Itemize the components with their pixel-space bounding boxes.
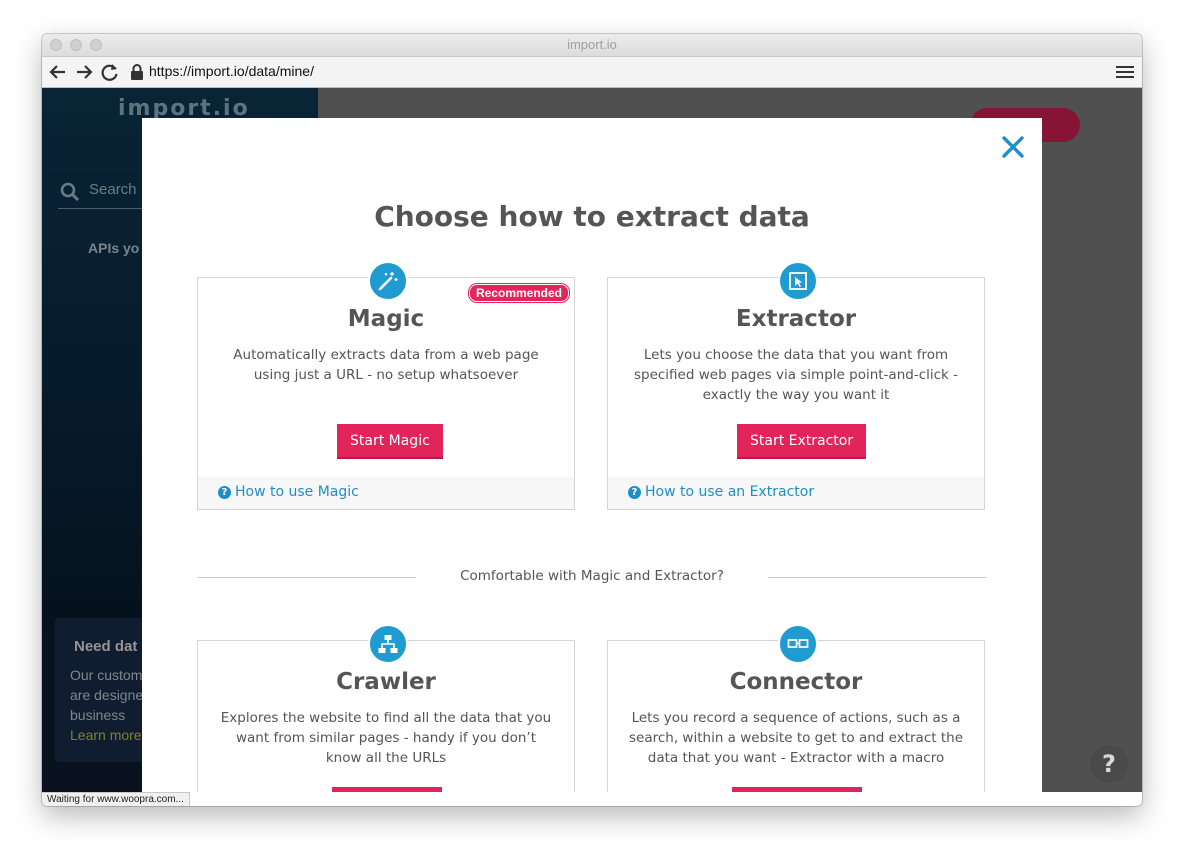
browser-toolbar: https://import.io/data/mine/ xyxy=(42,57,1142,88)
window-title: import.io xyxy=(567,37,617,52)
start-extractor-button[interactable]: Start Extractor xyxy=(737,424,867,459)
start-crawler-button[interactable] xyxy=(332,787,442,792)
link-chain-icon xyxy=(778,624,818,664)
connector-title: Connector xyxy=(729,669,863,695)
magic-card: Recommended Magic Automatically extracts… xyxy=(197,261,575,510)
lock-icon xyxy=(131,64,143,80)
question-icon: ? xyxy=(628,486,641,499)
sitemap-icon xyxy=(368,624,408,664)
extractor-description: Lets you choose the data that you want f… xyxy=(633,347,959,403)
start-connector-button[interactable] xyxy=(732,787,862,792)
menu-button[interactable] xyxy=(1114,61,1136,83)
extractor-help-link[interactable]: ? How to use an Extractor xyxy=(628,484,814,500)
crawler-card: Crawler Explores the website to find all… xyxy=(197,624,575,792)
magic-help-footer: ? How to use Magic xyxy=(198,477,574,509)
question-icon: ? xyxy=(218,486,231,499)
page-viewport: import.io Search APIs yo Need dat Our cu… xyxy=(42,88,1142,792)
magic-wand-icon xyxy=(368,261,408,301)
magic-help-link[interactable]: ? How to use Magic xyxy=(218,484,359,500)
advanced-divider-label: Comfortable with Magic and Extractor? xyxy=(460,568,724,584)
status-bar: Waiting for www.woopra.com... xyxy=(42,792,190,806)
connector-card: Connector Lets you record a sequence of … xyxy=(607,624,985,792)
extractor-card: Extractor Lets you choose the data that … xyxy=(607,261,985,510)
crawler-title: Crawler xyxy=(336,669,436,695)
extractor-help-text: How to use an Extractor xyxy=(645,484,815,500)
back-button[interactable] xyxy=(47,61,69,83)
magic-title: Magic xyxy=(347,306,425,332)
pointer-select-icon xyxy=(778,261,818,301)
extractor-title: Extractor xyxy=(735,306,857,332)
help-chat-button[interactable]: ? xyxy=(1090,745,1128,783)
address-bar[interactable]: https://import.io/data/mine/ xyxy=(149,63,314,79)
magic-description: Automatically extracts data from a web p… xyxy=(233,347,539,383)
recommended-badge: Recommended xyxy=(468,284,569,302)
back-arrow-icon xyxy=(49,65,65,79)
reload-button[interactable] xyxy=(99,61,121,83)
choose-extraction-dialog: Choose how to extract data Recommended M… xyxy=(142,118,1042,792)
title-bar: import.io xyxy=(42,34,1142,57)
extractor-help-footer: ? How to use an Extractor xyxy=(608,477,984,509)
forward-arrow-icon xyxy=(77,65,93,79)
start-magic-button[interactable]: Start Magic xyxy=(337,424,443,459)
dialog-title: Choose how to extract data xyxy=(374,200,810,233)
browser-window: import.io https://import.io/data/mine/ i… xyxy=(42,34,1142,806)
forward-button[interactable] xyxy=(73,61,95,83)
reload-icon xyxy=(101,64,118,81)
connector-description: Lets you record a sequence of actions, s… xyxy=(629,710,963,766)
close-icon[interactable] xyxy=(1000,134,1026,160)
divider-right xyxy=(768,577,987,578)
magic-help-text: How to use Magic xyxy=(235,484,359,500)
crawler-description: Explores the website to find all the dat… xyxy=(220,710,552,766)
